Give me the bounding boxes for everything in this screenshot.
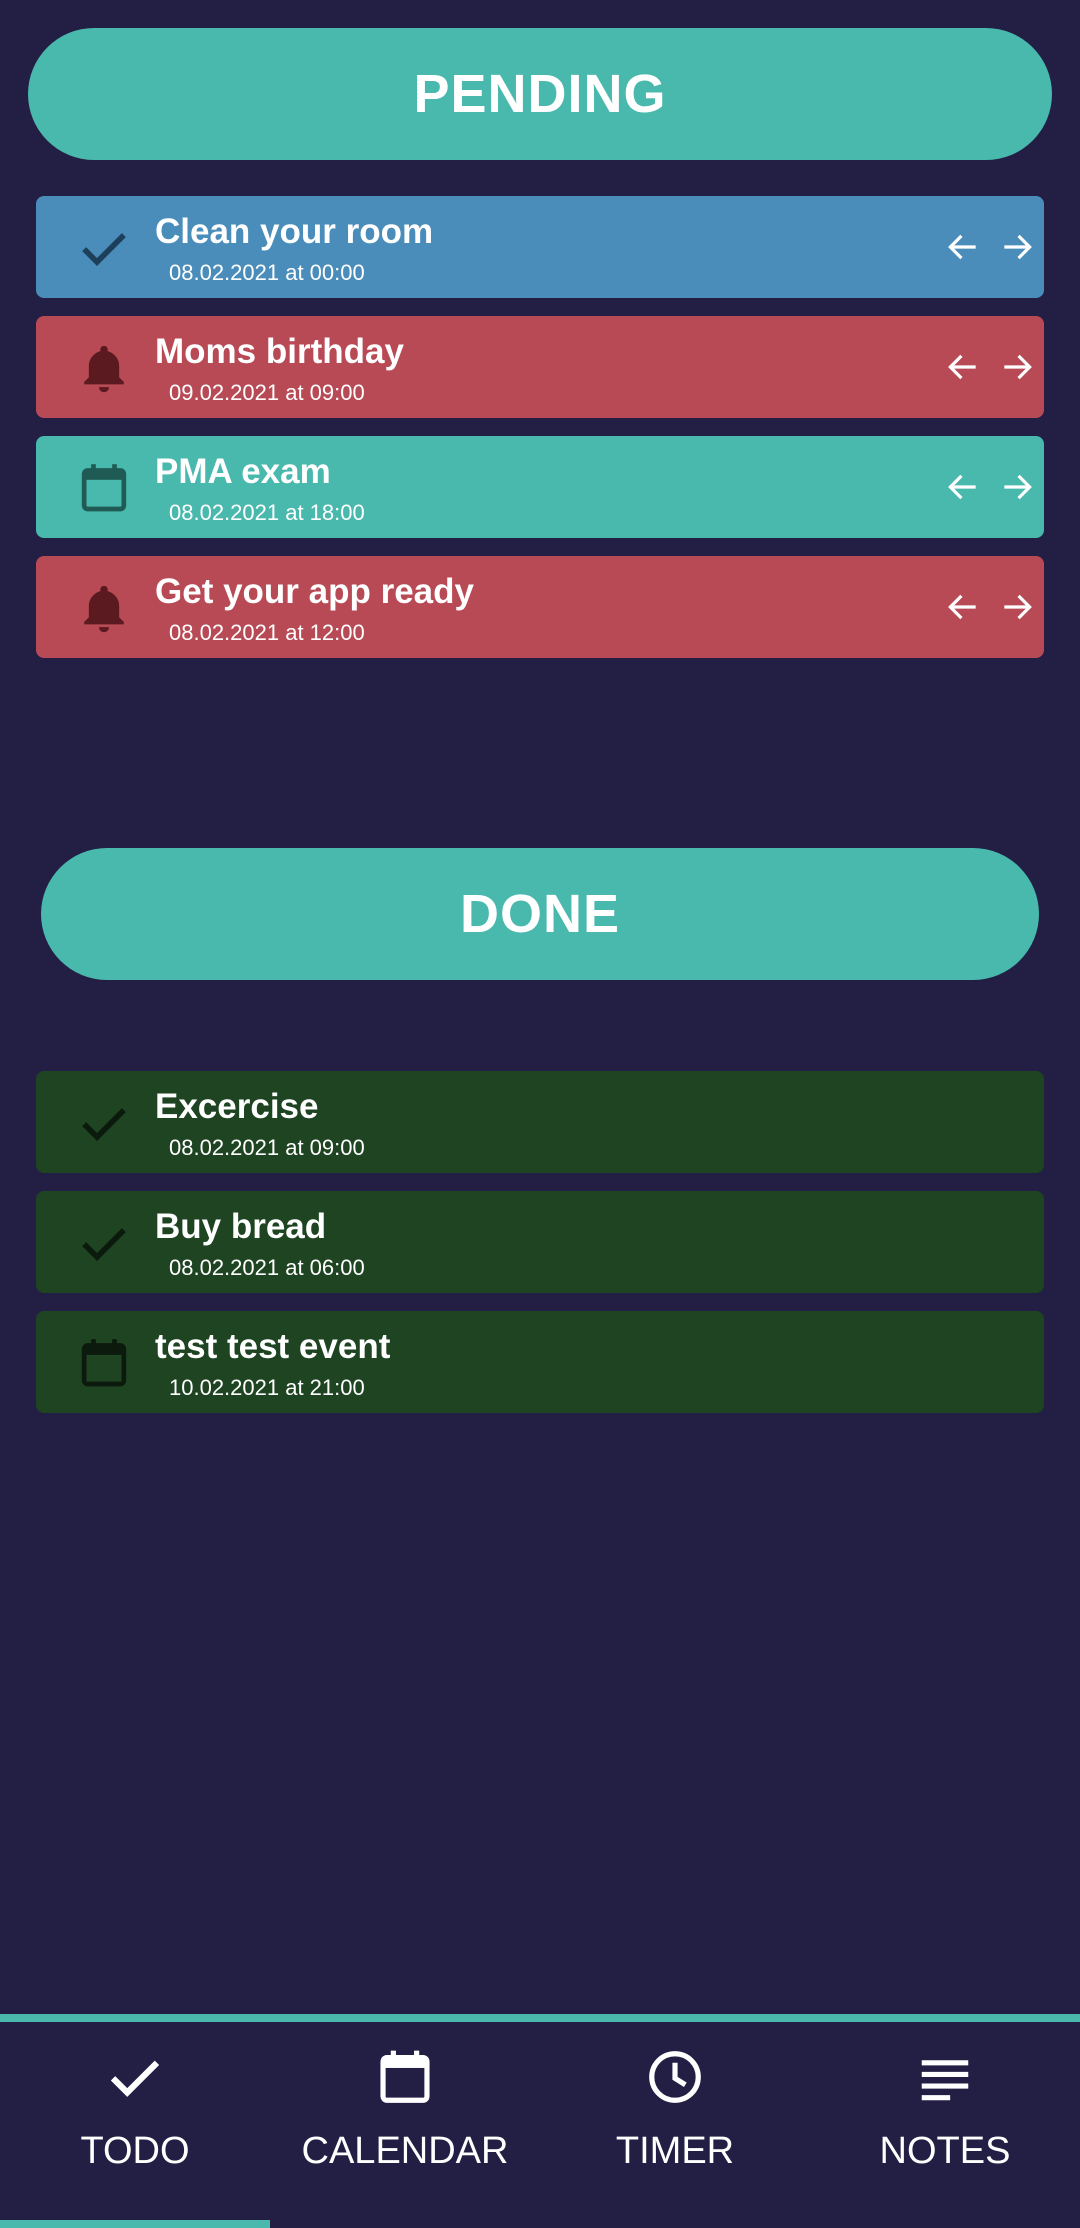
task-title: Moms birthday — [155, 332, 404, 371]
done-header: DONE — [41, 848, 1039, 980]
calendar-icon — [76, 1335, 132, 1391]
nav-selected-indicator — [0, 2220, 270, 2228]
bottom-nav: TODO CALENDAR TIMER NOTES — [0, 2014, 1080, 2228]
arrow-right-icon[interactable] — [998, 468, 1036, 506]
task-date: 10.02.2021 at 21:00 — [169, 1375, 365, 1400]
arrow-left-icon[interactable] — [944, 228, 982, 266]
task-item[interactable]: Clean your room 08.02.2021 at 00:00 — [36, 196, 1044, 298]
nav-item-calendar[interactable]: CALENDAR — [270, 2022, 540, 2220]
bell-icon — [76, 580, 132, 636]
task-date: 08.02.2021 at 12:00 — [169, 620, 365, 645]
arrow-left-icon[interactable] — [944, 588, 982, 626]
clock-icon — [644, 2046, 706, 2108]
arrow-left-icon[interactable] — [944, 468, 982, 506]
nav-item-timer[interactable]: TIMER — [540, 2022, 810, 2220]
task-date: 08.02.2021 at 09:00 — [169, 1135, 365, 1160]
task-title: Buy bread — [155, 1207, 327, 1246]
task-item[interactable]: test test event 10.02.2021 at 21:00 — [36, 1311, 1044, 1413]
task-date: 09.02.2021 at 09:00 — [169, 380, 365, 405]
pending-task-list: Clean your room 08.02.2021 at 00:00 Moms… — [36, 196, 1044, 676]
done-task-list: Excercise 08.02.2021 at 09:00 Buy bread … — [36, 1071, 1044, 1431]
task-date: 08.02.2021 at 18:00 — [169, 500, 365, 525]
task-date: 08.02.2021 at 00:00 — [169, 260, 365, 285]
task-title: test test event — [155, 1327, 391, 1366]
nav-item-todo[interactable]: TODO — [0, 2022, 270, 2220]
nav-label: TODO — [80, 2130, 190, 2172]
task-item[interactable]: Buy bread 08.02.2021 at 06:00 — [36, 1191, 1044, 1293]
notes-icon — [914, 2046, 976, 2108]
task-title: PMA exam — [155, 452, 331, 491]
check-icon — [76, 1095, 132, 1151]
arrow-left-icon[interactable] — [944, 348, 982, 386]
task-item[interactable]: Moms birthday 09.02.2021 at 09:00 — [36, 316, 1044, 418]
task-date: 08.02.2021 at 06:00 — [169, 1255, 365, 1280]
nav-item-notes[interactable]: NOTES — [810, 2022, 1080, 2220]
arrow-right-icon[interactable] — [998, 228, 1036, 266]
check-icon — [76, 1215, 132, 1271]
check-icon — [76, 220, 132, 276]
task-item[interactable]: PMA exam 08.02.2021 at 18:00 — [36, 436, 1044, 538]
nav-label: CALENDAR — [301, 2130, 509, 2172]
nav-label: NOTES — [879, 2130, 1011, 2172]
pending-header: PENDING — [28, 28, 1052, 160]
bell-icon — [76, 340, 132, 396]
arrow-right-icon[interactable] — [998, 348, 1036, 386]
check-icon — [104, 2046, 166, 2108]
arrow-right-icon[interactable] — [998, 588, 1036, 626]
task-title: Clean your room — [155, 212, 434, 251]
calendar-icon — [374, 2046, 436, 2108]
task-item[interactable]: Get your app ready 08.02.2021 at 12:00 — [36, 556, 1044, 658]
task-title: Excercise — [155, 1087, 319, 1126]
calendar-icon — [76, 460, 132, 516]
task-title: Get your app ready — [155, 572, 474, 611]
nav-label: TIMER — [615, 2130, 735, 2172]
task-item[interactable]: Excercise 08.02.2021 at 09:00 — [36, 1071, 1044, 1173]
